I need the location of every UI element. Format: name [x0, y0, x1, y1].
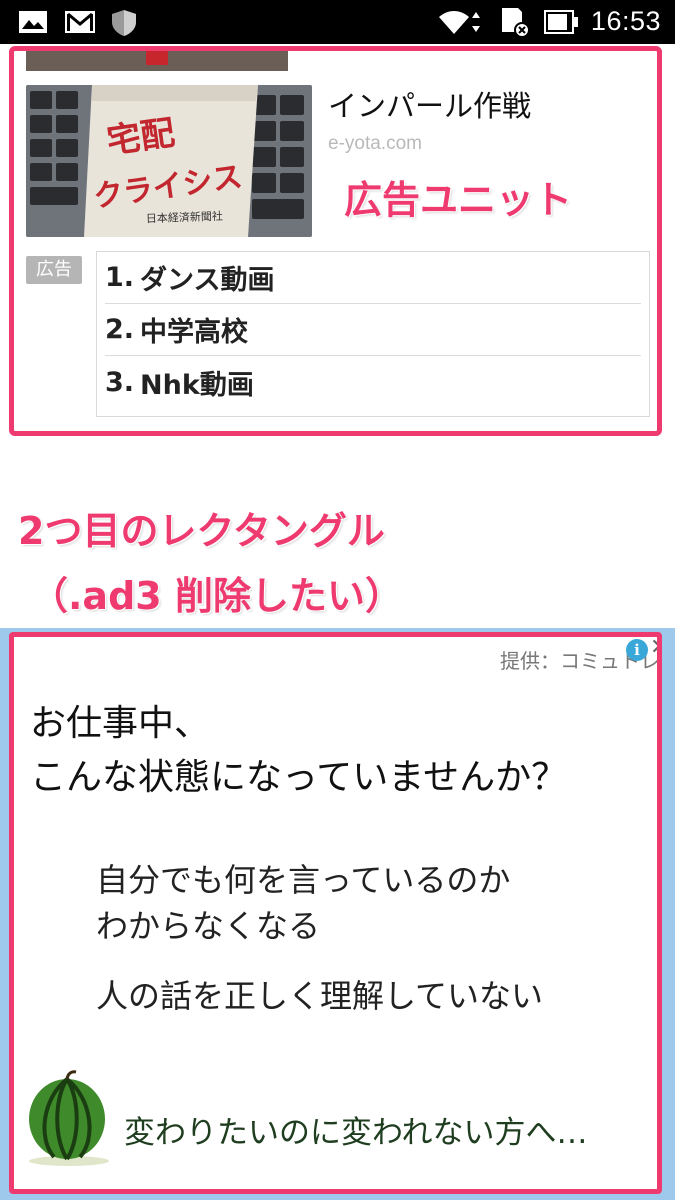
book-publisher: 日本経済新聞社: [146, 209, 223, 226]
clock: 16:53: [590, 6, 661, 36]
previous-thumbnail-peek: [26, 51, 288, 71]
ad-link-list: 1. ダンス動画 2. 中学高校 3. Nhk動画: [96, 251, 650, 417]
battery-icon: [544, 10, 578, 34]
ad-headline: お仕事中、 こんな状態になっていませんか？: [30, 703, 568, 798]
close-icon[interactable]: ✕: [650, 637, 657, 659]
ad-body-text-2: 人の話を正しく理解していない: [96, 977, 544, 1015]
sd-card-icon: [502, 8, 530, 38]
ad-unit[interactable]: 宅配 クライシス 日本経済新聞社 インパール作戦 e-yota.com 広告ユニ…: [9, 46, 662, 436]
ad-badge: 広告: [26, 256, 82, 284]
annotation-rectangle-note: （.ad3 削除したい）: [30, 574, 403, 618]
ad-link-item[interactable]: 2. 中学高校: [105, 304, 641, 356]
ad-body-text: 自分でも何を言っているのか わからなくなる: [96, 861, 511, 945]
watermelon-icon: [29, 1070, 109, 1166]
gallery-icon: [19, 11, 47, 33]
ad-link-text: Nhk動画: [140, 369, 254, 401]
ad-link-text: ダンス動画: [140, 265, 275, 296]
ad-domain: e-yota.com: [328, 133, 422, 154]
annotation-ad-unit-label: 広告ユニット: [344, 178, 573, 222]
shield-icon: [112, 10, 136, 36]
gmail-icon: [65, 11, 95, 33]
wifi-icon: [439, 11, 480, 34]
annotation-rectangle-label: 2つ目のレクタングル: [18, 509, 385, 553]
ad-thumbnail[interactable]: 宅配 クライシス 日本経済新聞社: [26, 85, 312, 237]
ad-link-item[interactable]: 3. Nhk動画: [105, 356, 641, 408]
ad-footer-text: 変わりたいのに変われない方へ…: [124, 1115, 588, 1151]
ad-link-text: 中学高校: [140, 317, 249, 348]
rectangle-ad[interactable]: 提供：コミュトレ i ✕ お仕事中、 こんな状態になっていませんか？ 自分でも何…: [9, 632, 662, 1194]
ad-link-item[interactable]: 1. ダンス動画: [105, 252, 641, 304]
status-bar: 16:53: [0, 0, 675, 44]
ad-title[interactable]: インパール作戦: [328, 83, 531, 125]
ad-info-icon[interactable]: i: [626, 639, 648, 661]
